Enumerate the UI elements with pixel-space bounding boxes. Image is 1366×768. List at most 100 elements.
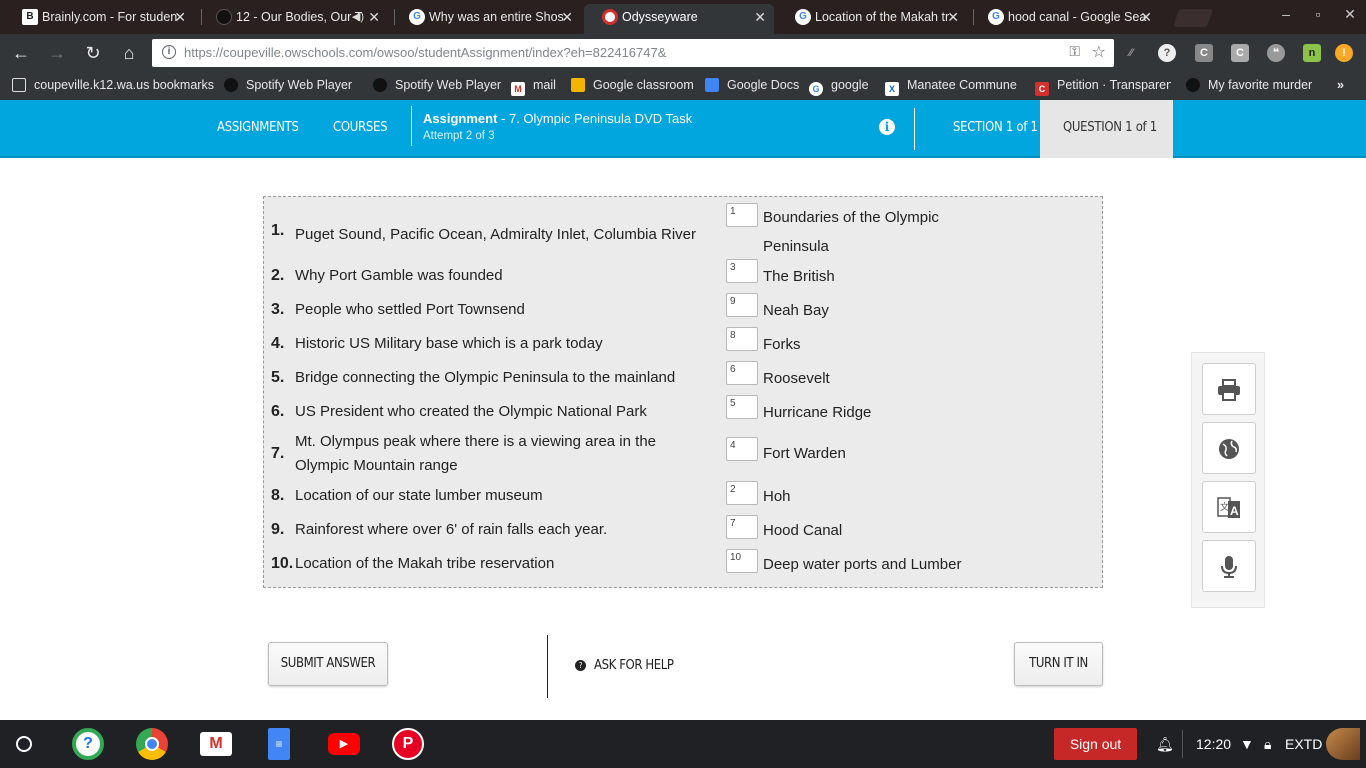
browser-tab[interactable]: G Why was an entire Shos ✕ [391,4,581,34]
bookmark[interactable]: X Manatee Commune [885,78,1021,96]
browser-tab[interactable]: G Location of the Makah tr ✕ [777,4,967,34]
bookmark-label: Google classroom [593,78,694,92]
close-icon[interactable]: ✕ [368,4,380,30]
globe-icon[interactable] [1202,422,1256,474]
youtube-app-icon[interactable]: ▶ [328,733,360,755]
docs-app-icon[interactable]: ≡ [268,728,290,760]
lock-icon[interactable]: 🔒︎ [1264,736,1271,753]
answer-input[interactable]: 7 [726,515,758,539]
get-help-app-icon[interactable]: ? [72,728,104,760]
ask-for-help-link[interactable]: ? ASK FOR HELP [575,658,674,673]
extension-icon[interactable]: C [1195,44,1213,62]
translate-icon[interactable]: A文 [1202,481,1256,533]
speaker-icon[interactable]: ◀) [352,4,364,30]
question-tab[interactable]: QUESTION 1 of 1 [1040,100,1173,158]
answer-input[interactable]: 9 [726,293,758,317]
forward-arrow-icon[interactable]: → [46,42,68,64]
answer-input[interactable]: 5 [726,395,758,419]
browser-tab[interactable]: G hood canal - Google Sea ✕ [970,4,1160,34]
back-arrow-icon[interactable]: ← [10,42,32,64]
bookmarks-overflow-button[interactable]: » [1337,78,1344,92]
question-text: Rainforest where over 6' of rain falls e… [295,521,608,538]
google-icon: G [795,9,811,25]
option-text: Roosevelt [763,370,830,387]
reload-icon[interactable]: ↻ [82,42,104,64]
avatar[interactable] [1326,728,1360,760]
minimize-icon[interactable]: – [1276,6,1296,22]
browser-tab-active[interactable]: Odysseyware ✕ [584,4,774,34]
answer-input[interactable]: 10 [726,549,758,573]
answer-input[interactable]: 1 [726,203,758,227]
submit-answer-button[interactable]: SUBMIT ANSWER [268,642,388,686]
browser-tab[interactable]: 12 - Our Bodies, Our T ◀) ✕ [198,4,388,34]
site-info-icon[interactable]: i [162,45,176,59]
answer-input[interactable]: 3 [726,259,758,283]
odysseyware-icon [602,9,618,25]
wifi-icon[interactable]: ▼ [1240,736,1254,752]
new-tab-button[interactable] [1172,9,1214,27]
extension-icon[interactable]: n [1303,44,1321,62]
bookmark-label: google [831,78,869,92]
change-org-icon: C [1035,82,1049,96]
microphone-icon[interactable] [1202,540,1256,592]
bookmark[interactable]: Google classroom [571,78,694,92]
answer-input[interactable]: 2 [726,481,758,505]
question-number: 1. [271,222,285,239]
bookmark[interactable]: Google Docs [705,78,799,92]
url-path: /owsoo/studentAssignment/index?eh=822416… [373,45,667,60]
bookmark[interactable]: C Petition · Transparen [1035,78,1171,96]
extension-icon[interactable]: ⁄⁄ [1122,44,1140,62]
bookmark[interactable]: Spotify Web Player [373,78,501,92]
question-indicator: QUESTION 1 of 1 [1063,120,1157,135]
bookmark-folder[interactable]: coupeville.k12.wa.us bookmarks [12,78,214,92]
question-text: Mt. Olympus peak where there is a viewin… [295,433,657,474]
launcher-icon[interactable] [16,736,32,752]
url-text[interactable]: https://coupeville.owschools.com/owsoo/s… [184,45,666,60]
close-icon[interactable]: ✕ [1140,4,1152,30]
alert-icon[interactable]: ! [1335,44,1353,62]
question-text: Location of the Makah tribe reservation [295,555,555,572]
section-indicator[interactable]: SECTION 1 of 1 [953,120,1038,135]
close-icon[interactable]: ✕ [754,4,766,30]
question-text: Historic US Military base which is a par… [295,335,603,352]
extension-icon[interactable]: C [1231,44,1249,62]
close-icon[interactable]: ✕ [947,4,959,30]
bookmark[interactable]: Spotify Web Player - [224,78,356,92]
notification-bell-icon[interactable]: 🔔︎ [1156,736,1174,753]
nav-courses[interactable]: COURSES [333,120,388,135]
clock[interactable]: 12:20 [1196,736,1231,752]
answer-input[interactable]: 4 [726,437,758,461]
answer-input[interactable]: 8 [726,327,758,351]
answer-input[interactable]: 6 [726,361,758,385]
extension-icon[interactable]: ? [1158,44,1176,62]
maximize-icon[interactable]: ▫ [1308,6,1328,22]
home-icon[interactable]: ⌂ [118,42,140,64]
option-text: Boundaries of the Olympic Peninsula [763,203,1003,261]
address-bar[interactable]: i https://coupeville.owschools.com/owsoo… [152,39,1114,67]
option-label: Boundaries of the Olympic Peninsula [763,209,939,255]
bookmark-label: Petition · Transparen [1057,78,1171,92]
nav-assignments[interactable]: ASSIGNMENTS [217,120,299,135]
bookmark[interactable]: Mmail [511,78,556,96]
assignment-title: Assignment - 7. Olympic Peninsula DVD Ta… [423,111,692,126]
close-icon[interactable]: ✕ [174,4,186,30]
pinterest-app-icon[interactable]: P [392,728,424,760]
browser-tab[interactable]: B Brainly.com - For studen ✕ [4,4,194,34]
printer-icon[interactable] [1202,363,1256,415]
info-icon[interactable]: i [879,119,895,135]
key-icon[interactable]: ⚿ [1069,43,1080,60]
bookmark[interactable]: Ggoogle [809,78,869,96]
bookmark-star-icon[interactable]: ☆ [1092,42,1106,62]
folder-icon [12,78,26,92]
turn-it-in-button[interactable]: TURN IT IN [1014,642,1103,686]
bookmark[interactable]: My favorite murder [1186,78,1312,92]
chrome-app-icon[interactable] [136,728,168,760]
keyboard-layout[interactable]: EXTD [1285,736,1322,752]
close-icon[interactable]: ✕ [561,4,573,30]
extension-icon[interactable]: ❝ [1267,44,1285,62]
gmail-app-icon[interactable]: M [200,732,232,756]
manatee-icon: X [885,82,899,96]
bookmark-label: coupeville.k12.wa.us bookmarks [34,78,214,92]
sign-out-button[interactable]: Sign out [1054,728,1137,760]
close-window-icon[interactable]: ✕ [1340,6,1360,23]
